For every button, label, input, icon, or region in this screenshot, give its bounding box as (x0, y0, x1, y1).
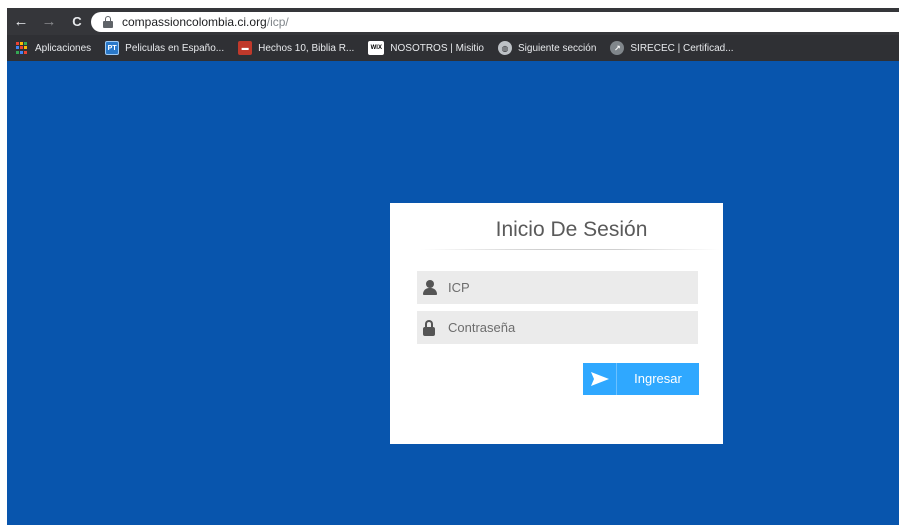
password-field[interactable] (417, 311, 698, 344)
url-host: compassioncolombia.ci.org (122, 15, 267, 29)
apps-grid-icon (16, 41, 29, 55)
globe-icon: ◍ (498, 41, 512, 55)
bookmark-hechos[interactable]: ▬ Hechos 10, Biblia R... (238, 41, 354, 55)
wix-icon: WIX (368, 41, 385, 55)
forward-button[interactable]: → (38, 11, 60, 33)
bookmark-aplicaciones[interactable]: Aplicaciones (16, 41, 92, 55)
url-text: compassioncolombia.ci.org/icp/ (122, 15, 289, 29)
address-bar: ← → C compassioncolombia.ci.org/icp/ (7, 8, 899, 35)
bookmark-label: Siguiente sección (518, 42, 597, 54)
lock-icon (422, 319, 438, 336)
user-icon (422, 279, 438, 296)
back-button[interactable]: ← (10, 11, 32, 33)
page-content: Inicio De Sesión Ingresar (7, 61, 899, 525)
book-icon: ▬ (238, 41, 253, 55)
url-path: /icp/ (266, 15, 289, 29)
url-field[interactable]: compassioncolombia.ci.org/icp/ (91, 12, 899, 32)
login-card: Inicio De Sesión Ingresar (390, 203, 723, 444)
lock-icon (103, 16, 113, 28)
bookmark-label: SIRECEC | Certificad... (630, 42, 734, 54)
password-input[interactable] (448, 311, 688, 344)
browser-window: ← → C compassioncolombia.ci.org/icp/ Apl… (7, 8, 899, 525)
send-icon (583, 363, 617, 395)
ingresar-button[interactable]: Ingresar (583, 363, 699, 395)
bookmark-label: NOSOTROS | Misitio (390, 42, 484, 54)
reload-button[interactable]: C (66, 11, 88, 33)
bookmark-label: Peliculas en Españo... (125, 42, 225, 54)
bookmark-label: Hechos 10, Biblia R... (258, 42, 355, 54)
bookmark-siguiente[interactable]: ◍ Siguiente sección (498, 41, 596, 55)
bookmark-label: Aplicaciones (35, 42, 92, 54)
login-title: Inicio De Sesión (495, 218, 648, 241)
icp-field[interactable] (417, 271, 698, 304)
icp-input[interactable] (448, 271, 688, 304)
compass-icon: ↗ (610, 41, 625, 55)
bookmarks-bar: Aplicaciones PT Peliculas en Españo... ▬… (7, 35, 899, 61)
bookmark-peliculas[interactable]: PT Peliculas en Españo... (105, 41, 224, 55)
bookmark-sirecec[interactable]: ↗ SIRECEC | Certificad... (610, 41, 734, 55)
pt-icon: PT (105, 41, 120, 55)
title-divider (420, 249, 720, 250)
ingresar-label: Ingresar (634, 371, 682, 386)
bookmark-nosotros[interactable]: WIX NOSOTROS | Misitio (368, 41, 484, 55)
